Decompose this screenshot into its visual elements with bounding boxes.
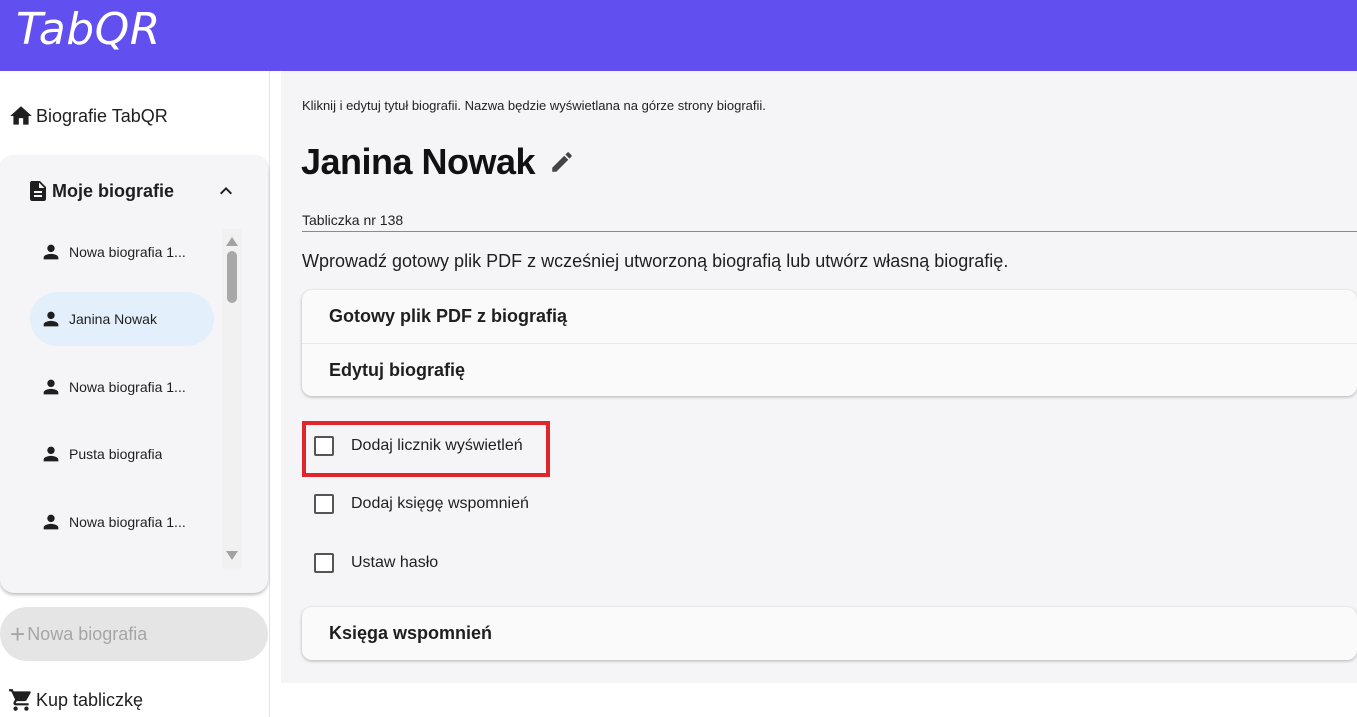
home-icon xyxy=(10,106,32,125)
plus-icon: + xyxy=(10,619,26,649)
bio-list-item[interactable]: Nowa biografia 1... xyxy=(30,360,214,414)
nav-home-label: Biografie TabQR xyxy=(36,105,168,126)
person-icon xyxy=(43,379,59,395)
biography-title[interactable]: Janina Nowak xyxy=(301,141,536,183)
main-content: Kliknij i edytuj tytuł biografii. Nazwa … xyxy=(281,71,1357,683)
bio-list-scrollbar[interactable] xyxy=(222,229,242,569)
pencil-icon[interactable] xyxy=(549,149,575,175)
scroll-up-arrow-icon[interactable] xyxy=(226,237,238,246)
app-logo[interactable]: TabQR xyxy=(16,4,161,55)
scroll-thumb[interactable] xyxy=(227,251,237,303)
accordion-edit-biography[interactable]: Edytuj biografię xyxy=(302,343,1357,396)
my-bios-toggle[interactable]: Moje biografie xyxy=(26,177,252,205)
bio-list-item-active[interactable]: Janina Nowak xyxy=(30,292,214,346)
new-bio-label: Nowa biografia xyxy=(27,623,148,644)
chevron-up-icon[interactable] xyxy=(214,179,238,203)
cart-icon xyxy=(9,689,31,711)
accordion-pdf-upload[interactable]: Gotowy plik PDF z biografią xyxy=(302,290,1357,343)
person-icon xyxy=(43,514,59,530)
intro-text: Wprowadź gotowy plik PDF z wcześniej utw… xyxy=(302,251,1009,271)
person-icon xyxy=(43,244,59,260)
memory-book-accordion: Księga wspomnień xyxy=(302,607,1357,660)
nav-shop-link[interactable]: Kup tabliczkę xyxy=(8,687,143,713)
view-counter-label: Dodaj licznik wyświetleń xyxy=(351,437,523,454)
option-memory-book[interactable]: Dodaj księgę wspomnień xyxy=(314,493,529,515)
nav-home-link[interactable]: Biografie TabQR xyxy=(8,103,168,129)
bio-list-item[interactable]: Pusta biografia xyxy=(30,427,214,481)
bio-list-item[interactable]: Nowa biografia 1... xyxy=(30,495,214,549)
password-checkbox[interactable] xyxy=(314,553,334,573)
plate-number-field[interactable]: Tabliczka nr 138 xyxy=(302,212,1357,232)
biography-accordion: Gotowy plik PDF z biografią Edytuj biogr… xyxy=(302,290,1357,396)
option-view-counter[interactable]: Dodaj licznik wyświetleń xyxy=(314,435,523,457)
memory-book-label: Dodaj księgę wspomnień xyxy=(351,495,529,512)
bio-item-label: Nowa biografia 1... xyxy=(69,514,186,530)
my-bios-title: Moje biografie xyxy=(52,180,175,201)
scroll-down-arrow-icon[interactable] xyxy=(226,551,238,560)
title-hint: Kliknij i edytuj tytuł biografii. Nazwa … xyxy=(302,98,766,113)
accordion-memory-book[interactable]: Księga wspomnień xyxy=(302,607,1357,660)
bio-item-label: Nowa biografia 1... xyxy=(69,244,186,260)
bio-item-label: Pusta biografia xyxy=(69,446,163,462)
view-counter-checkbox[interactable] xyxy=(314,436,334,456)
person-icon xyxy=(43,446,59,462)
bio-list: Nowa biografia 1... Janina Nowak Nowa bi… xyxy=(30,225,216,565)
bio-item-label: Nowa biografia 1... xyxy=(69,379,186,395)
document-icon xyxy=(30,181,46,201)
option-password[interactable]: Ustaw hasło xyxy=(314,552,438,574)
nav-shop-label: Kup tabliczkę xyxy=(36,689,144,710)
bio-item-label: Janina Nowak xyxy=(69,311,157,327)
sidebar: Biografie TabQR Moje biografie Nowa biog… xyxy=(0,71,270,717)
password-label: Ustaw hasło xyxy=(351,554,439,571)
new-bio-button[interactable]: + Nowa biografia xyxy=(0,607,268,661)
my-bios-panel: Moje biografie Nowa biografia 1... Janin… xyxy=(0,155,268,593)
person-icon xyxy=(43,311,59,327)
memory-book-checkbox[interactable] xyxy=(314,494,334,514)
bio-list-item[interactable]: Nowa biografia 1... xyxy=(30,225,214,279)
app-header: TabQR xyxy=(0,0,1357,71)
